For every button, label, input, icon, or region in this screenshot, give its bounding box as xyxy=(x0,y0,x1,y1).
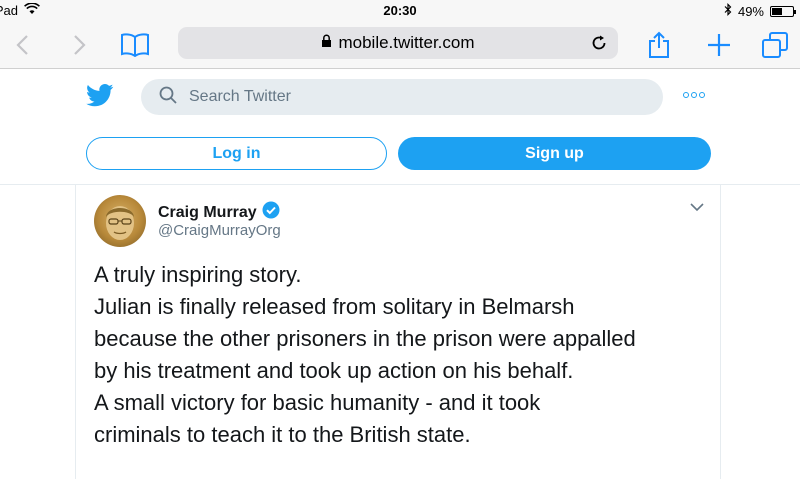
tweet-line: A truly inspiring story. xyxy=(94,262,302,287)
reload-icon[interactable] xyxy=(590,34,608,57)
lock-icon xyxy=(321,33,332,53)
tweet-line: Julian is finally released from solitary… xyxy=(94,294,575,319)
tweet-line: criminals to teach it to the British sta… xyxy=(94,422,471,447)
new-tab-icon[interactable] xyxy=(702,28,736,62)
search-input[interactable]: Search Twitter xyxy=(141,79,663,115)
battery-percent: 49% xyxy=(737,3,764,19)
twitter-logo-icon[interactable] xyxy=(86,84,114,112)
status-time: 20:30 xyxy=(383,3,417,18)
more-dot xyxy=(699,92,705,98)
search-icon xyxy=(159,86,177,109)
more-options-icon[interactable] xyxy=(683,92,705,98)
chevron-down-icon[interactable] xyxy=(690,199,704,217)
forward-icon[interactable] xyxy=(62,28,96,62)
battery-icon xyxy=(770,5,796,17)
back-icon[interactable] xyxy=(6,28,40,62)
search-placeholder: Search Twitter xyxy=(189,88,291,105)
login-button[interactable]: Log in xyxy=(86,137,387,170)
tweet-text: A truly inspiring story. Julian is final… xyxy=(94,259,714,451)
more-dot xyxy=(683,92,689,98)
tabs-icon[interactable] xyxy=(758,28,792,62)
status-right: 49% xyxy=(724,3,796,19)
tweet-card[interactable]: Craig Murray @CraigMurrayOrg A truly ins… xyxy=(75,185,721,479)
signup-button[interactable]: Sign up xyxy=(398,137,711,170)
author-row: Craig Murray xyxy=(158,201,280,224)
tweet-line: because the other prisoners in the priso… xyxy=(94,326,636,351)
more-dot xyxy=(691,92,697,98)
share-icon[interactable] xyxy=(642,28,676,62)
address-bar[interactable]: mobile.twitter.com xyxy=(178,27,618,59)
browser-toolbar: mobile.twitter.com xyxy=(0,22,800,69)
author-handle[interactable]: @CraigMurrayOrg xyxy=(158,222,281,239)
url-text: mobile.twitter.com xyxy=(338,33,475,52)
tweet-line: by his treatment and took up action on h… xyxy=(94,358,574,383)
bluetooth-icon xyxy=(724,3,732,19)
verified-badge-icon xyxy=(262,201,280,224)
bookmarks-icon[interactable] xyxy=(118,28,152,62)
status-bar: iPad 20:30 49% xyxy=(0,0,800,22)
author-name[interactable]: Craig Murray xyxy=(158,204,257,222)
battery-level xyxy=(772,7,782,15)
tweet-line: A small victory for basic humanity - and… xyxy=(94,390,541,415)
twitter-header: Search Twitter Log in Sign up xyxy=(0,70,800,185)
avatar[interactable] xyxy=(94,195,146,247)
